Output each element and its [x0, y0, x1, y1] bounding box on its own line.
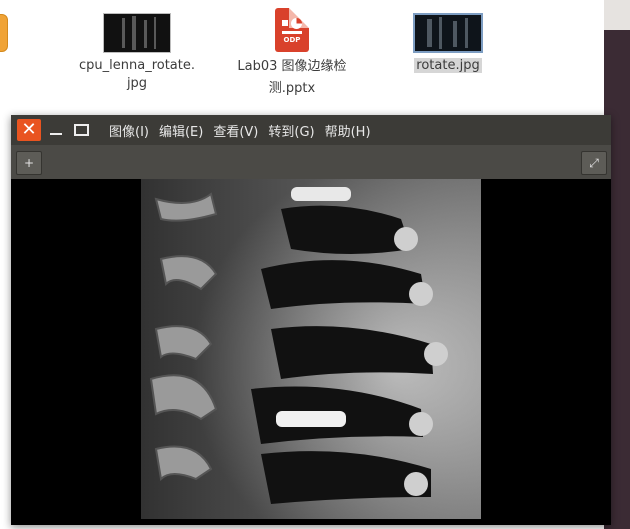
- maximize-icon[interactable]: [69, 119, 93, 141]
- menu-image[interactable]: 图像(I): [109, 121, 149, 140]
- image-viewport: [11, 179, 611, 525]
- file-cpu-lenna-rotate[interactable]: cpu_lenna_rotate. jpg: [70, 13, 204, 93]
- image-viewer-window: ✕ 图像(I) 编辑(E) 查看(V) 转到(G) 帮助(H) + ⤢: [11, 115, 611, 525]
- titlebar: ✕ 图像(I) 编辑(E) 查看(V) 转到(G) 帮助(H): [11, 115, 611, 145]
- folder-tab-icon[interactable]: [0, 14, 8, 52]
- menu-edit[interactable]: 编辑(E): [159, 121, 203, 140]
- menu-go[interactable]: 转到(G): [268, 121, 314, 140]
- file-name: Lab03 图像边缘检 测.pptx: [237, 59, 347, 96]
- minimize-icon[interactable]: [44, 119, 68, 141]
- odp-presentation-icon: ODP: [275, 8, 309, 52]
- image-thumbnail: [103, 13, 171, 53]
- plus-icon: +: [23, 156, 35, 170]
- menu-help[interactable]: 帮助(H): [325, 121, 371, 140]
- toolbar: + ⤢: [11, 145, 611, 179]
- file-rotate-jpg[interactable]: rotate.jpg: [400, 13, 496, 75]
- sidebar-toggle-button[interactable]: +: [16, 151, 42, 175]
- menu-view[interactable]: 查看(V): [213, 121, 258, 140]
- fullscreen-icon: ⤢: [589, 155, 599, 170]
- close-icon[interactable]: ✕: [17, 119, 41, 141]
- file-lab03-pptx[interactable]: ODP Lab03 图像边缘检 测.pptx: [224, 8, 360, 98]
- file-name: rotate.jpg: [414, 58, 482, 73]
- menu-bar: 图像(I) 编辑(E) 查看(V) 转到(G) 帮助(H): [109, 115, 381, 145]
- image-thumbnail: [413, 13, 483, 53]
- file-name: cpu_lenna_rotate. jpg: [79, 58, 195, 91]
- displayed-photo: [141, 179, 481, 519]
- fullscreen-button[interactable]: ⤢: [581, 151, 607, 175]
